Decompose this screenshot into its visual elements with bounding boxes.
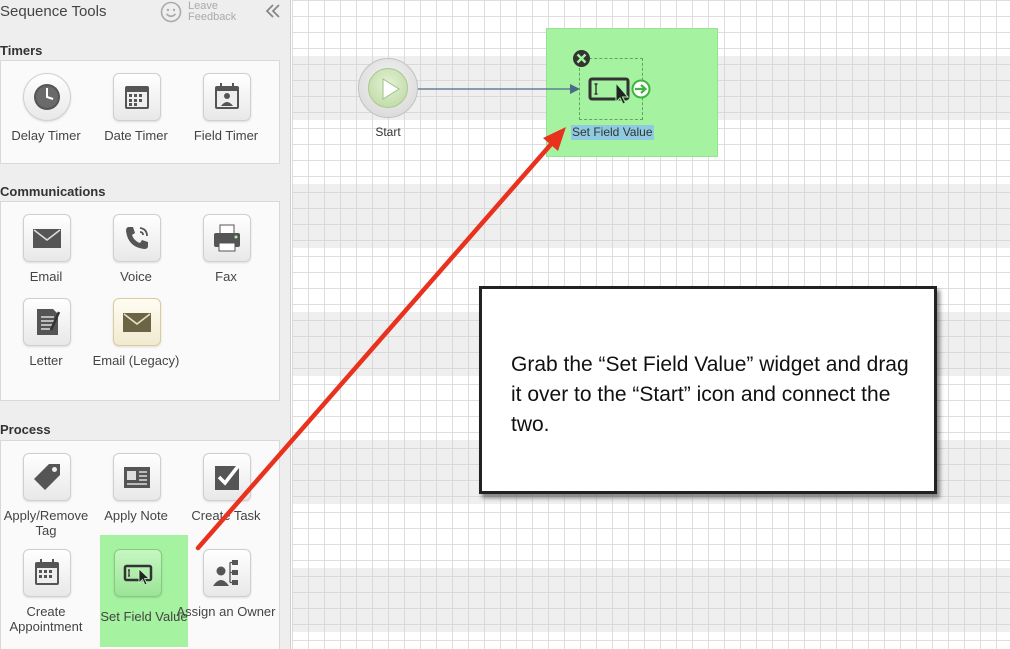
sequence-tools-sidebar: Sequence Tools Leave Feedback Timers Del…: [0, 0, 291, 649]
process-panel: Apply/Remove Tag Apply Note Create Task …: [0, 440, 280, 649]
set-field-icon: [114, 549, 162, 597]
collapse-double-chevron-icon[interactable]: [264, 2, 282, 20]
close-icon[interactable]: [572, 49, 591, 68]
canvas-band: [292, 568, 1010, 632]
tool-apply-note[interactable]: Apply Note: [91, 441, 181, 525]
appointment-icon: [23, 549, 71, 597]
sidebar-title: Sequence Tools: [0, 3, 107, 20]
output-arrow-icon[interactable]: [631, 79, 651, 99]
callout-text: Grab the “Set Field Value” widget and dr…: [511, 353, 909, 436]
fax-icon: [203, 214, 251, 262]
set-field-icon: [588, 77, 630, 105]
tool-voice[interactable]: Voice: [91, 202, 181, 286]
tool-label: Date Timer: [104, 128, 168, 143]
tool-label: Voice: [120, 269, 152, 284]
start-node-label: Start: [375, 125, 401, 139]
note-card-icon: [113, 453, 161, 501]
tool-field-timer[interactable]: Field Timer: [181, 61, 271, 145]
section-title-process: Process: [0, 422, 51, 437]
set-field-value-node-label: Set Field Value: [571, 125, 654, 140]
owner-org-icon: [203, 549, 251, 597]
tool-label: Delay Timer: [11, 128, 81, 143]
sidebar-header: Sequence Tools Leave Feedback: [0, 0, 290, 30]
timers-panel: Delay Timer Date Timer Field Timer: [0, 60, 280, 164]
tool-letter[interactable]: Letter: [1, 286, 91, 370]
envelope-icon: [23, 214, 71, 262]
legacy-envelope-icon: [113, 298, 161, 346]
canvas-band: [292, 184, 1010, 248]
tool-apply-remove-tag[interactable]: Apply/Remove Tag: [1, 441, 91, 538]
tool-label: Email: [29, 269, 63, 284]
tool-label: Letter: [29, 353, 63, 368]
feedback-label: Leave Feedback: [188, 0, 237, 23]
tool-label: Field Timer: [193, 128, 259, 143]
play-icon: [368, 68, 408, 108]
communications-panel: Email Voice Fax Letter Email (Legacy): [0, 201, 280, 401]
tool-label: Apply Note: [104, 508, 168, 523]
tool-email[interactable]: Email: [1, 202, 91, 286]
tool-label: Apply/Remove Tag: [3, 508, 89, 538]
tag-icon: [23, 453, 71, 501]
tool-create-appointment[interactable]: Create Appointment: [1, 537, 91, 634]
tool-label: Create Task: [191, 508, 261, 523]
phone-icon: [113, 214, 161, 262]
calendar-grid-icon: [113, 73, 161, 121]
tool-label: Create Appointment: [9, 604, 83, 634]
start-node[interactable]: [358, 58, 418, 118]
tool-label: Fax: [215, 269, 237, 284]
connector-line: [418, 84, 580, 94]
tool-fax[interactable]: Fax: [181, 202, 271, 286]
tool-email-legacy[interactable]: Email (Legacy): [91, 286, 181, 370]
checkbox-icon: [203, 453, 251, 501]
tool-assign-owner[interactable]: Assign an Owner: [177, 537, 276, 621]
tool-set-field-value[interactable]: Set Field Value: [100, 535, 188, 647]
section-title-communications: Communications: [0, 184, 106, 199]
calendar-person-icon: [203, 73, 251, 121]
instruction-callout: Grab the “Set Field Value” widget and dr…: [479, 286, 937, 494]
tool-label: Assign an Owner: [176, 604, 276, 619]
tool-date-timer[interactable]: Date Timer: [91, 61, 181, 145]
clock-icon: [23, 73, 71, 121]
section-title-timers: Timers: [0, 43, 43, 58]
smiley-icon: [160, 1, 182, 23]
tool-create-task[interactable]: Create Task: [181, 441, 271, 525]
tool-delay-timer[interactable]: Delay Timer: [1, 61, 91, 145]
letter-icon: [23, 298, 71, 346]
tool-label: Email (Legacy): [92, 353, 180, 368]
